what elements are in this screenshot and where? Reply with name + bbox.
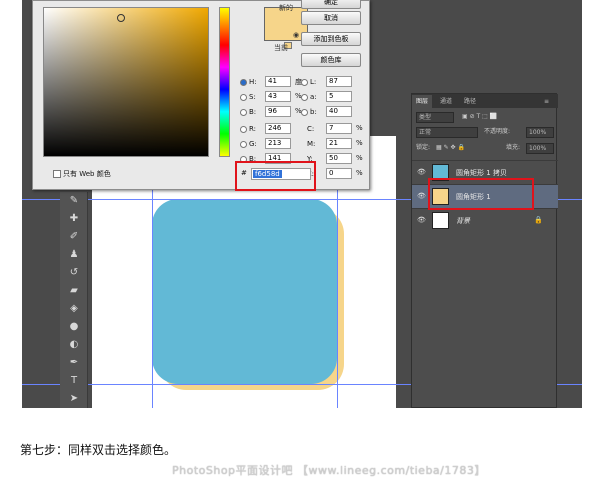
color-field-cursor[interactable]	[117, 14, 125, 22]
y-unit: %	[356, 154, 363, 162]
eraser-tool-icon[interactable]: ▰	[66, 284, 82, 298]
stamp-tool-icon[interactable]: ♟	[66, 248, 82, 262]
add-to-swatches-button[interactable]: 添加到色板	[301, 32, 361, 46]
m-unit: %	[356, 139, 363, 147]
eyedropper-tool-icon[interactable]: ✎	[66, 194, 82, 208]
layer-name: 背景	[456, 217, 470, 225]
g-field[interactable]: 213	[265, 138, 291, 149]
layer-filter-select[interactable]: 类型	[416, 112, 454, 123]
brush-tool-icon[interactable]: ✐	[66, 230, 82, 244]
color-libraries-button[interactable]: 颜色库	[301, 53, 361, 67]
paint-bucket-tool-icon[interactable]: ◈	[66, 302, 82, 316]
spot-healing-tool-icon[interactable]: ✚	[66, 212, 82, 226]
eye-icon[interactable]: 👁	[417, 216, 426, 224]
eye-icon[interactable]: 👁	[417, 192, 426, 200]
type-tool-icon[interactable]: T	[66, 374, 82, 388]
k-unit: %	[356, 169, 363, 177]
filter-icons[interactable]: ▣ ⊘ T ⬚ ⬜	[462, 111, 497, 123]
lab-b-radio[interactable]: b:	[301, 106, 317, 118]
layer-highlight-box	[428, 178, 534, 210]
lock-icons[interactable]: ▦ ✎ ✥ 🔒	[436, 142, 465, 154]
lock-icon: 🔒	[534, 216, 543, 224]
dodge-tool-icon[interactable]: ◐	[66, 338, 82, 352]
c-unit: %	[356, 124, 363, 132]
rounded-rect-front-shape[interactable]	[152, 199, 337, 384]
opacity-label: 不透明度:	[484, 128, 511, 135]
new-color-label: 新的	[279, 4, 293, 12]
tab-paths[interactable]: 路径	[460, 95, 480, 108]
layer-row[interactable]: 👁 背景 🔒	[412, 208, 558, 232]
h-radio[interactable]: H:	[240, 76, 257, 88]
layer-thumbnail	[432, 212, 449, 229]
step-caption: 第七步：同样双击选择颜色。	[20, 443, 177, 457]
panel-menu-icon[interactable]: ≡	[540, 95, 553, 108]
layers-panel: 图层 通道 路径 ≡ 类型 ▣ ⊘ T ⬚ ⬜ 正常 不透明度: 100% 锁定…	[411, 93, 558, 408]
web-colors-only-checkbox[interactable]: 只有 Web 颜色	[53, 169, 111, 179]
blur-tool-icon[interactable]: ●	[66, 320, 82, 334]
k-field[interactable]: 0	[326, 168, 352, 179]
cube-warning-icon[interactable]: ◉	[293, 31, 299, 39]
g-radio[interactable]: G:	[240, 138, 257, 150]
c-label: C:	[307, 125, 315, 133]
fill-label: 填充:	[506, 144, 521, 151]
pen-tool-icon[interactable]: ✒	[66, 356, 82, 370]
opacity-field[interactable]: 100%	[526, 127, 554, 138]
color-picker-dialog: 新的 当前 ◉ 确定 取消 添加到色板 颜色库 H: 41 度 S: 43 % …	[32, 0, 370, 191]
y-field[interactable]: 50	[326, 153, 352, 164]
tools-panel: ✎ ✚ ✐ ♟ ↺ ▰ ◈ ● ◐ ✒ T ➤	[60, 192, 88, 408]
lock-label: 锁定:	[416, 144, 431, 151]
h-field[interactable]: 41	[265, 76, 291, 87]
tab-layers[interactable]: 图层	[412, 95, 433, 108]
l-radio[interactable]: L:	[301, 76, 316, 88]
path-selection-tool-icon[interactable]: ➤	[66, 392, 82, 406]
s-radio[interactable]: S:	[240, 91, 256, 103]
a-field[interactable]: 5	[326, 91, 352, 102]
eye-icon[interactable]: 👁	[417, 168, 426, 176]
hex-highlight-box	[235, 161, 316, 191]
m-field[interactable]: 21	[326, 138, 352, 149]
watermark: PhotoShop平面设计吧 【www.lineeg.com/tieba/178…	[172, 464, 486, 477]
a-radio[interactable]: a:	[301, 91, 317, 103]
b-radio[interactable]: B:	[240, 106, 256, 118]
r-radio[interactable]: R:	[240, 123, 256, 135]
layers-panel-tabs: 图层 通道 路径 ≡	[412, 94, 558, 108]
s-field[interactable]: 43	[265, 91, 291, 102]
cancel-button[interactable]: 取消	[301, 11, 361, 25]
color-field[interactable]	[43, 7, 209, 157]
photoshop-screenshot: ✎ ✚ ✐ ♟ ↺ ▰ ◈ ● ◐ ✒ T ➤ 新的 当前 ◉ 确定 取消 添加…	[22, 0, 582, 408]
r-field[interactable]: 246	[265, 123, 291, 134]
l-field[interactable]: 87	[326, 76, 352, 87]
current-color-label: 当前	[274, 44, 288, 52]
ok-button[interactable]: 确定	[301, 0, 361, 9]
m-label: M:	[307, 140, 316, 148]
c-field[interactable]: 7	[326, 123, 352, 134]
hue-slider[interactable]	[219, 7, 230, 157]
history-brush-tool-icon[interactable]: ↺	[66, 266, 82, 280]
lab-b-field[interactable]: 40	[326, 106, 352, 117]
tab-channels[interactable]: 通道	[436, 95, 456, 108]
blend-mode-select[interactable]: 正常	[416, 127, 478, 138]
fill-field[interactable]: 100%	[526, 143, 554, 154]
b-field[interactable]: 96	[265, 106, 291, 117]
